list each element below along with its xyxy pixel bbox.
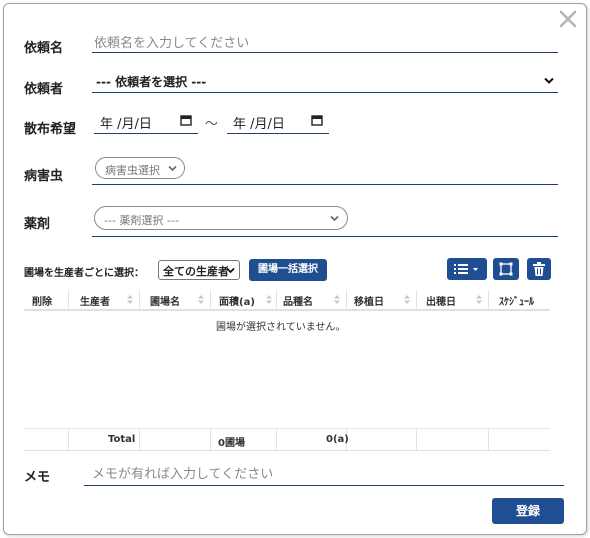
header-heading-date[interactable]: 出穂日 (426, 293, 456, 308)
chevron-down-icon (330, 215, 339, 222)
expand-icon (499, 262, 513, 276)
list-icon (454, 264, 478, 274)
date-to-text: 年 /月/日 (233, 117, 285, 132)
register-button[interactable]: 登録 (492, 498, 564, 524)
calendar-icon (180, 115, 192, 126)
header-delete[interactable]: 削除 (32, 293, 52, 308)
column-separator (416, 290, 417, 310)
producer-select[interactable]: 全ての生産者 (158, 260, 240, 280)
chemical-select-label: --- 薬剤選択 --- (104, 214, 179, 227)
memo-placeholder: メモが有れば入力してください (92, 467, 274, 482)
table-empty-message: 圃場が選択されていません。 (216, 322, 346, 333)
bulk-field-select-button[interactable]: 圃場一括選択 (249, 259, 327, 281)
delete-button[interactable] (527, 258, 551, 280)
column-separator (68, 428, 69, 450)
sort-icon (127, 295, 133, 304)
requester-label: 依頼者 (24, 82, 64, 97)
chemical-select[interactable]: --- 薬剤選択 --- (94, 206, 348, 230)
pest-label: 病害虫 (24, 169, 64, 184)
column-separator (139, 290, 140, 310)
table-footer-bottom-border (24, 450, 550, 451)
sort-icon (334, 295, 340, 304)
header-transplant-date[interactable]: 移植日 (354, 293, 384, 308)
close-icon (559, 10, 577, 28)
date-range-separator: ～ (205, 117, 219, 132)
producer-select-value: 全ての生産者 (163, 265, 229, 278)
header-variety[interactable]: 品種名 (283, 293, 313, 308)
column-separator (346, 290, 347, 310)
table-footer-top-border (24, 428, 550, 429)
chemical-label: 薬剤 (24, 217, 51, 232)
column-menu-button[interactable] (447, 258, 487, 280)
column-separator (210, 290, 211, 310)
sort-icon (198, 295, 204, 304)
column-separator (276, 428, 277, 450)
pest-select[interactable]: 病害虫選択 (95, 157, 185, 179)
column-separator (488, 290, 489, 310)
column-separator (488, 428, 489, 450)
pest-select-label: 病害虫選択 (105, 164, 160, 177)
column-separator (210, 428, 211, 450)
spray-date-label: 散布希望 (24, 122, 77, 137)
requester-selected-value: --- 依頼者を選択 --- (96, 75, 207, 89)
sort-icon (266, 295, 272, 304)
footer-area-total: 0(a) (326, 434, 349, 445)
request-name-label: 依頼名 (24, 41, 64, 56)
close-button[interactable] (558, 9, 578, 29)
spray-date-to[interactable]: 年 /月/日 (227, 110, 329, 134)
field-select-label: 圃場を生産者ごとに選択： (24, 268, 144, 279)
chevron-down-icon (226, 267, 235, 274)
column-separator (68, 290, 69, 310)
footer-field-count: 0圃場 (218, 438, 245, 449)
calendar-icon (311, 115, 323, 126)
memo-label: メモ (24, 470, 51, 485)
header-schedule[interactable]: ｽｹｼﾞｭｰﾙ (499, 293, 534, 308)
column-separator (139, 428, 140, 450)
column-separator (276, 290, 277, 310)
sort-icon (476, 295, 482, 304)
spray-date-from[interactable]: 年 /月/日 (94, 110, 198, 134)
request-name-placeholder: 依頼名を入力してください (94, 36, 250, 51)
requester-select[interactable]: --- 依頼者を選択 --- (92, 70, 558, 93)
header-area[interactable]: 面積(a) (219, 293, 255, 308)
date-from-text: 年 /月/日 (100, 117, 152, 132)
chevron-down-icon (544, 77, 554, 84)
memo-input[interactable]: メモが有れば入力してください (84, 460, 564, 486)
table-header-divider (24, 309, 550, 311)
request-name-input[interactable]: 依頼名を入力してください (92, 30, 558, 53)
fullscreen-button[interactable] (493, 258, 519, 280)
sort-icon (404, 295, 410, 304)
chevron-down-icon (168, 165, 177, 172)
trash-icon (533, 262, 545, 276)
footer-total-label: Total (108, 434, 136, 445)
column-separator (416, 428, 417, 450)
header-producer[interactable]: 生産者 (80, 293, 110, 308)
header-field-name[interactable]: 圃場名 (150, 293, 180, 308)
